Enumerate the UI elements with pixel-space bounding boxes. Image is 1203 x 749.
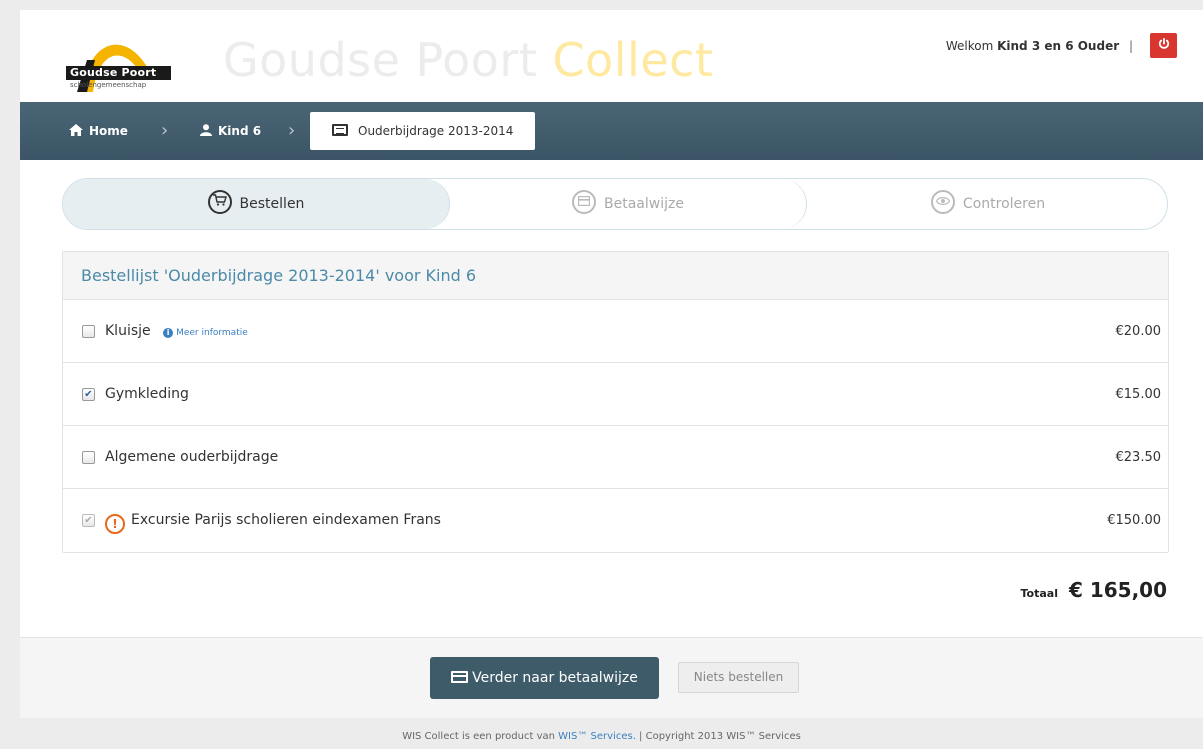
action-bar: Verder naar betaalwijze Niets bestellen xyxy=(20,637,1203,718)
more-info-label: Meer informatie xyxy=(176,328,248,338)
breadcrumb-home[interactable]: Home xyxy=(69,102,128,160)
chevron-right-icon: › xyxy=(161,120,169,141)
welcome-prefix: Welkom xyxy=(945,39,994,53)
item-label: Gymkleding xyxy=(105,386,189,402)
eye-icon xyxy=(930,190,955,214)
total-label: Totaal xyxy=(1020,587,1058,600)
item-label: ! Excursie Parijs scholieren eindexamen F… xyxy=(105,489,441,552)
logo-arch-icon xyxy=(77,44,149,92)
logo-subtext: scholengemeenschap xyxy=(70,81,147,89)
cart-icon xyxy=(207,190,232,214)
power-icon xyxy=(1158,37,1169,49)
brand-title: Goudse Poort Collect xyxy=(223,32,713,88)
item-price: €20.00 xyxy=(1115,324,1162,339)
item-label: Algemene ouderbijdrage xyxy=(105,449,279,465)
logout-button[interactable] xyxy=(1150,33,1177,58)
home-icon xyxy=(69,103,83,161)
order-nothing-button[interactable]: Niets bestellen xyxy=(678,662,799,693)
item-label-text: Excursie Parijs scholieren eindexamen Fr… xyxy=(131,512,441,528)
user-icon xyxy=(200,103,212,161)
breadcrumb-current-label: Ouderbijdrage 2013-2014 xyxy=(358,124,514,138)
item-checkbox-disabled: ✔ xyxy=(82,514,95,527)
step-betaalwijze[interactable]: Betaalwijze xyxy=(450,179,807,229)
breadcrumb: Home › Kind 6 › Ouderbijdrage 2013-2014 xyxy=(20,102,1203,160)
item-label: Kluisje i Meer informatie xyxy=(105,300,248,365)
item-price: €15.00 xyxy=(1115,387,1162,402)
page-card: Goudse Poort scholengemeenschap Goudse P… xyxy=(20,10,1203,718)
info-icon: i xyxy=(163,328,174,338)
breadcrumb-kind[interactable]: Kind 6 xyxy=(200,102,261,160)
step-controleren[interactable]: Controleren xyxy=(807,179,1167,229)
order-item-kluisje: Kluisje i Meer informatie €20.00 xyxy=(63,300,1168,363)
brand-title-part1: Goudse Poort xyxy=(223,33,538,87)
copyright-text-before: WIS Collect is een product van xyxy=(402,731,559,742)
breadcrumb-kind-label: Kind 6 xyxy=(218,124,262,138)
item-checkbox[interactable] xyxy=(82,325,95,338)
order-item-excursie: ✔ ! Excursie Parijs scholieren eindexamen… xyxy=(63,489,1168,552)
item-price: €150.00 xyxy=(1107,513,1161,528)
welcome-separator: | xyxy=(1128,39,1133,53)
breadcrumb-home-label: Home xyxy=(89,124,128,138)
copyright-footer: WIS Collect is een product van WIS™ Serv… xyxy=(0,731,1203,742)
total-value: € 165,00 xyxy=(1068,578,1167,602)
order-item-gymkleding: ✔ Gymkleding €15.00 xyxy=(63,363,1168,426)
copyright-text-after: | Copyright 2013 WIS™ Services xyxy=(635,731,801,742)
warning-icon: ! xyxy=(105,514,125,534)
order-list-title: Bestellijst 'Ouderbijdrage 2013-2014' vo… xyxy=(63,252,1168,300)
step-betaalwijze-label: Betaalwijze xyxy=(604,196,684,212)
item-price: €23.50 xyxy=(1115,450,1162,465)
wis-services-link[interactable]: WIS™ Services. xyxy=(558,731,636,742)
logo-text: Goudse Poort xyxy=(66,66,171,80)
item-label-text: Kluisje xyxy=(105,323,151,339)
more-info-link[interactable]: i Meer informatie xyxy=(163,328,248,338)
order-list-panel: Bestellijst 'Ouderbijdrage 2013-2014' vo… xyxy=(62,251,1169,553)
credit-card-icon xyxy=(572,190,597,214)
item-checkbox[interactable] xyxy=(82,451,95,464)
welcome-user: Kind 3 en 6 Ouder xyxy=(997,39,1120,53)
wizard-steps: Bestellen Betaalwijze Controleren xyxy=(62,178,1168,230)
step-controleren-label: Controleren xyxy=(962,196,1046,212)
item-checkbox-checked[interactable]: ✔ xyxy=(82,388,95,401)
chevron-right-icon: › xyxy=(288,120,296,141)
order-nothing-label: Niets bestellen xyxy=(693,670,784,684)
list-icon xyxy=(332,124,348,136)
breadcrumb-current[interactable]: Ouderbijdrage 2013-2014 xyxy=(310,112,536,150)
continue-to-payment-button[interactable]: Verder naar betaalwijze xyxy=(430,657,659,699)
step-bestellen[interactable]: Bestellen xyxy=(63,179,450,229)
welcome-text: Welkom Kind 3 en 6 Ouder | xyxy=(946,36,1133,56)
order-total: Totaal € 165,00 xyxy=(1020,578,1167,602)
step-bestellen-label: Bestellen xyxy=(239,196,305,212)
continue-to-payment-label: Verder naar betaalwijze xyxy=(472,670,638,686)
brand-title-part2: Collect xyxy=(552,33,714,87)
credit-card-icon xyxy=(451,671,469,683)
order-item-ouderbijdrage: Algemene ouderbijdrage €23.50 xyxy=(63,426,1168,489)
